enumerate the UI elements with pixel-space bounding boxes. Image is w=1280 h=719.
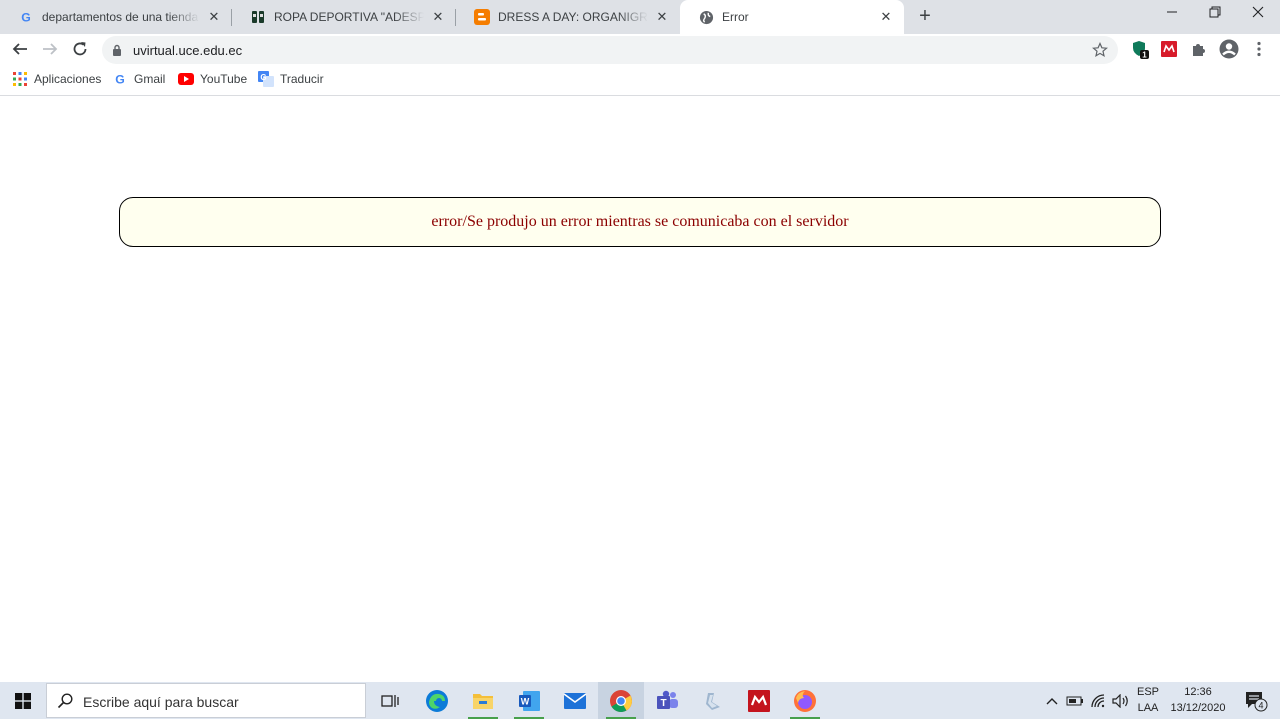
close-tab-icon[interactable]: ✕ bbox=[206, 9, 222, 25]
teams-icon[interactable]: T bbox=[644, 682, 690, 719]
tab-adesport[interactable]: ROPA DEPORTIVA "ADESPORT": Organigrama ✕ bbox=[232, 0, 456, 34]
google-g-icon: G bbox=[112, 71, 128, 87]
show-hidden-icons-chevron-icon[interactable] bbox=[1042, 682, 1062, 719]
bookmarks-bar: Aplicaciones G Gmail YouTube G Traducir bbox=[0, 64, 1280, 96]
clock-date: 13/12/2020 bbox=[1170, 702, 1226, 714]
app-launcher-icon[interactable] bbox=[690, 682, 736, 719]
bookmark-label: Traducir bbox=[280, 72, 324, 86]
file-explorer-icon[interactable] bbox=[460, 682, 506, 719]
bookmark-traducir[interactable]: G Traducir bbox=[258, 71, 324, 87]
adesport-icon bbox=[250, 9, 266, 25]
wifi-icon[interactable] bbox=[1088, 682, 1110, 719]
address-bar[interactable]: uvirtual.uce.edu.ec bbox=[102, 36, 1118, 64]
task-view-icon[interactable] bbox=[367, 682, 413, 719]
tab-title: departamentos de una tienda de ropa - Bu… bbox=[42, 10, 200, 24]
battery-icon[interactable] bbox=[1064, 682, 1086, 719]
svg-text:T: T bbox=[660, 698, 666, 709]
restore-icon[interactable] bbox=[1193, 0, 1237, 30]
youtube-icon bbox=[178, 71, 194, 87]
search-placeholder: Escribe aquí para buscar bbox=[83, 694, 239, 710]
google-g-icon: G bbox=[18, 9, 34, 25]
mendeley-extension-icon[interactable] bbox=[1159, 39, 1179, 59]
globe-icon bbox=[698, 9, 714, 25]
clock-time: 12:36 bbox=[1184, 686, 1212, 698]
translate-icon: G bbox=[258, 71, 274, 87]
close-window-icon[interactable] bbox=[1236, 0, 1280, 30]
tab-title: DRESS A DAY: ORGANIGRAMA Y DEPARTAMENTOS bbox=[498, 10, 648, 24]
notification-center-icon[interactable]: 4 bbox=[1236, 682, 1276, 719]
keyboard-layout: LAA bbox=[1137, 702, 1159, 714]
tab-dress-a-day[interactable]: DRESS A DAY: ORGANIGRAMA Y DEPARTAMENTOS… bbox=[456, 0, 680, 34]
firefox-icon[interactable] bbox=[782, 682, 828, 719]
tab-error-active[interactable]: Error ✕ bbox=[680, 0, 904, 34]
puzzle-extensions-icon[interactable] bbox=[1189, 39, 1209, 59]
tab-title: Error bbox=[722, 10, 749, 24]
tab-strip: G departamentos de una tienda de ropa - … bbox=[0, 0, 1280, 34]
extension-badge-count: 1 bbox=[1142, 51, 1147, 60]
bookmark-star-icon[interactable] bbox=[1092, 42, 1108, 61]
tab-title: ROPA DEPORTIVA "ADESPORT": Organigrama bbox=[274, 10, 424, 24]
bookmark-gmail[interactable]: G Gmail bbox=[112, 71, 165, 87]
apps-grid-icon bbox=[12, 71, 28, 87]
close-tab-icon[interactable]: ✕ bbox=[430, 9, 446, 25]
back-arrow-icon[interactable] bbox=[8, 37, 32, 61]
volume-icon[interactable] bbox=[1110, 682, 1132, 719]
language-code: ESP bbox=[1136, 686, 1159, 698]
word-icon[interactable]: W bbox=[506, 682, 552, 719]
error-message-box: error/Se produjo un error mientras se co… bbox=[119, 197, 1161, 247]
notification-count: 4 bbox=[1258, 700, 1263, 710]
bookmark-label: Gmail bbox=[134, 72, 166, 86]
extension-shield-icon[interactable]: 1 bbox=[1130, 39, 1150, 59]
svg-text:W: W bbox=[521, 696, 530, 706]
chrome-icon[interactable] bbox=[598, 682, 644, 719]
input-language[interactable]: ESP LAA bbox=[1134, 684, 1162, 716]
svg-text:G: G bbox=[21, 10, 31, 24]
edge-browser-icon[interactable] bbox=[414, 682, 460, 719]
new-tab-button[interactable]: + bbox=[913, 5, 937, 29]
profile-avatar-icon[interactable] bbox=[1219, 39, 1239, 59]
bookmark-label: Aplicaciones bbox=[34, 72, 102, 86]
svg-text:G: G bbox=[115, 72, 125, 86]
browser-toolbar: uvirtual.uce.edu.ec 1 bbox=[0, 34, 1280, 64]
windows-taskbar: Escribe aquí para buscar W T ESP LAA 12:… bbox=[0, 682, 1280, 719]
forward-arrow-icon[interactable] bbox=[38, 37, 62, 61]
mail-icon[interactable] bbox=[552, 682, 598, 719]
system-clock[interactable]: 12:36 13/12/2020 bbox=[1160, 684, 1236, 716]
search-icon bbox=[57, 693, 73, 712]
kebab-menu-icon[interactable] bbox=[1249, 39, 1269, 59]
bookmark-aplicaciones[interactable]: Aplicaciones bbox=[12, 71, 101, 87]
svg-text:G: G bbox=[260, 73, 266, 82]
bookmark-youtube[interactable]: YouTube bbox=[178, 71, 247, 87]
close-tab-icon[interactable]: ✕ bbox=[878, 9, 894, 25]
close-tab-icon[interactable]: ✕ bbox=[654, 9, 670, 25]
taskbar-search-box[interactable]: Escribe aquí para buscar bbox=[46, 683, 366, 718]
bookmark-label: YouTube bbox=[200, 72, 248, 86]
minimize-icon[interactable] bbox=[1150, 0, 1194, 30]
error-message: error/Se produjo un error mientras se co… bbox=[431, 213, 849, 230]
mendeley-icon[interactable] bbox=[736, 682, 782, 719]
blogger-icon bbox=[474, 9, 490, 25]
tab-google-search[interactable]: G departamentos de una tienda de ropa - … bbox=[0, 0, 232, 34]
url-text[interactable]: uvirtual.uce.edu.ec bbox=[133, 43, 242, 58]
reload-icon[interactable] bbox=[68, 37, 92, 61]
lock-icon[interactable] bbox=[112, 44, 122, 59]
windows-start-icon[interactable] bbox=[0, 682, 46, 719]
